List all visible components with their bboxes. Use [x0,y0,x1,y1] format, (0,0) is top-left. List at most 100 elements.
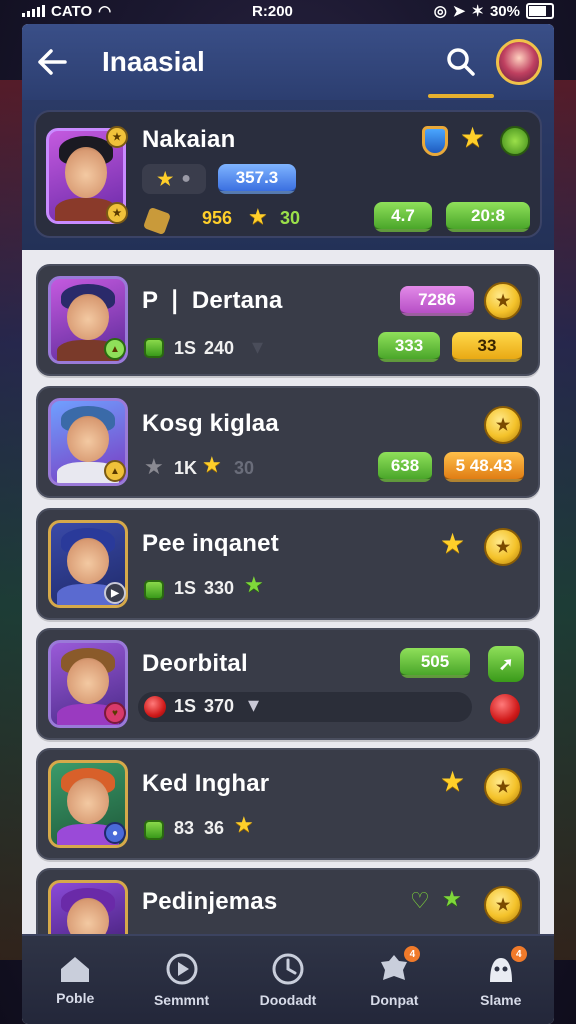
nav-label: Slame [480,992,522,1008]
coin-icon: ★ [484,282,522,320]
fire-icon [144,696,166,718]
ghost-icon: ● [181,170,191,187]
player-row[interactable]: ♥ Deorbital 1S 370 ▾ 505 ➚ [36,628,540,740]
player-stat-b: 330 [204,578,235,598]
nav-item-rewards[interactable]: 4 Donpat [344,936,444,1024]
player-pill[interactable]: 505 [400,648,470,678]
player-row[interactable]: ▲ P ❘ Dertana 1S 240 ▾ 7286 ★ 333 33 [36,264,540,376]
featured-icon-tray: ★ ● [142,164,206,194]
search-icon [447,48,475,76]
player-pill-right[interactable]: 5 48.43 [444,452,524,482]
player-stat-b: 370 [204,696,235,716]
profile-avatar[interactable] [496,39,542,85]
clock-time: R:200 [252,2,293,20]
nav-label: Semmnt [153,992,210,1008]
player-stat-b: 240 [204,338,235,358]
star-icon: ★ [157,168,174,189]
player-name: Ked Inghar [142,770,270,797]
player-pill-top[interactable]: 7286 [400,286,474,316]
featured-name: Nakaian [142,126,236,153]
level-badge-icon: ● [104,822,126,844]
battery-icon [525,3,554,19]
notification-badge: 4 [510,946,527,962]
star-icon: ★ [440,766,466,797]
carrier-label: CATO [51,2,93,20]
play-badge-icon: ▶ [104,582,126,604]
level-badge-icon: ▲ [104,338,126,360]
back-button[interactable] [22,24,82,100]
gem-icon [144,338,164,358]
app-screen: Inaasial ★ ★ Nakaian ★ ● 357.3 956 ★ 30 … [22,24,554,1024]
notification-badge: 4 [404,946,421,962]
app-bar: Inaasial [22,24,554,100]
nav-item-profile[interactable]: 4 Slame [451,936,551,1024]
featured-pill-right[interactable]: 20:8 [446,202,530,232]
level-badge-icon: ★ [106,202,128,224]
signal-icon [22,5,45,17]
star-icon: ★ [440,528,466,559]
featured-player-card[interactable]: ★ ★ Nakaian ★ ● 357.3 956 ★ 30 ★ 4.7 20:… [34,110,542,238]
featured-stat-secondary: 30 [280,208,301,228]
player-stat-a: 1S [174,578,197,598]
player-row[interactable]: ● Ked Inghar 83 36 ★ ★ ★ [36,748,540,860]
bluetooth-icon: ✶ [471,3,484,20]
player-stat-b: 30 [234,458,255,478]
alarm-icon: ◎ [433,3,447,20]
player-name: P ❘ Dertana [142,287,283,314]
nav-item-history[interactable]: Doodadt [238,936,338,1024]
star-icon: ★ [202,452,222,477]
coin-icon: ★ [484,528,522,566]
nav-label: Poble [56,990,95,1006]
featured-tag: 357.3 [218,164,296,194]
player-pill-bottom-left[interactable]: 333 [378,332,440,362]
heart-badge-icon: ♥ [104,702,126,724]
player-pill-left[interactable]: 638 [378,452,432,482]
gem-icon [144,580,164,600]
play-icon [166,953,198,985]
featured-pill-left[interactable]: 4.7 [374,202,432,232]
red-orb-icon [490,694,520,724]
leaf-icon [500,126,530,156]
shield-outline-icon: ▾ [252,334,264,359]
coin-icon: ★ [484,406,522,444]
player-name: Pee inqanet [142,530,279,557]
star-outline-icon: ★ [144,454,164,479]
player-row[interactable]: ▲ Kosg kiglaa ★ 1K ★ 30 ★ 638 5 48.43 [36,386,540,498]
battery-percent: 30% [489,2,520,20]
player-name: Kosg kiglaa [142,410,279,437]
wifi-icon: ◠ [98,3,112,20]
player-pill-bottom-right[interactable]: 33 [452,332,522,362]
sword-icon [142,206,172,236]
heart-outline-icon: ♡ [410,888,430,913]
nav-label: Doodadt [259,992,317,1008]
star-icon: ★ [248,204,268,229]
page-title: Inaasial [102,46,205,77]
player-row[interactable]: ▶ Pee inqanet 1S 330 ★ ★ ★ [36,508,540,620]
player-stat-a: 1K [174,458,198,478]
coin-icon: ★ [484,768,522,806]
gem-icon [144,820,164,840]
star-icon: ★ [234,812,254,837]
featured-section: ★ ★ Nakaian ★ ● 357.3 956 ★ 30 ★ 4.7 20:… [22,100,554,250]
star-icon: ★ [244,572,264,597]
level-badge-icon: ▲ [104,460,126,482]
nav-item-play[interactable]: Semmnt [132,936,232,1024]
nav-item-home[interactable]: Poble [25,936,125,1024]
search-button[interactable] [426,24,496,100]
player-name: Pedinjemas [142,888,278,915]
player-stat-a: 1S [174,338,197,358]
featured-stat-primary: 956 [202,208,233,228]
player-name: Deorbital [142,650,248,677]
clock-icon [272,953,304,985]
rank-badge-icon: ★ [106,126,128,148]
location-icon: ➤ [452,3,466,20]
home-icon [61,957,90,982]
arrow-icon[interactable]: ➚ [488,646,524,682]
bottom-nav: Poble Semmnt Doodadt 4 Donpat 4 Slame [22,934,554,1024]
shield-icon [422,126,448,156]
player-stat-a: 83 [174,818,195,838]
shield-outline-icon: ▾ [248,692,260,717]
arrow-left-icon [38,49,67,75]
player-stat-b: 36 [204,818,225,838]
star-icon: ★ [442,886,462,911]
